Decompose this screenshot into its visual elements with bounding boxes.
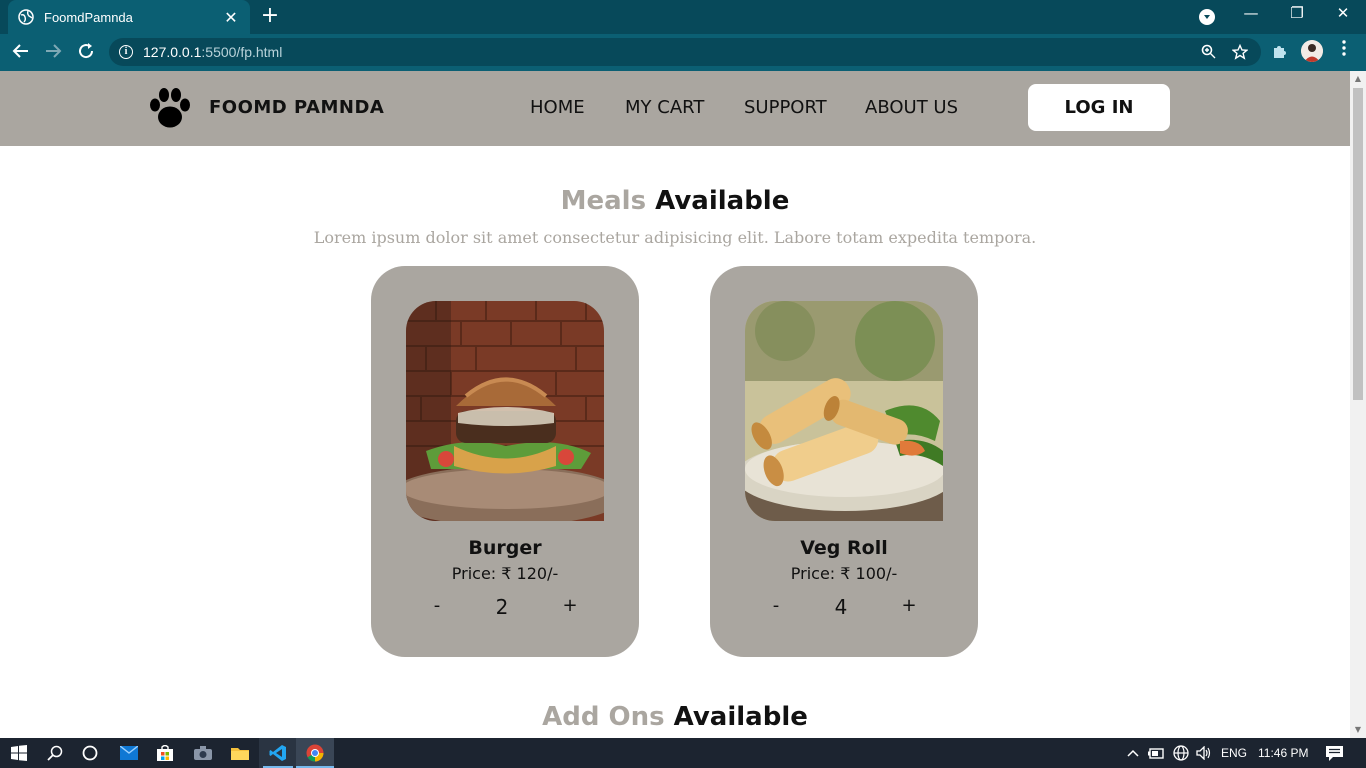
tray-overflow-chevron-icon[interactable] <box>1122 742 1144 764</box>
meal-name: Burger <box>468 537 542 559</box>
address-bar[interactable]: i 127.0.0.1:5500/fp.html <box>109 38 1261 66</box>
meals-subtitle: Lorem ipsum dolor sit amet consectetur a… <box>313 228 1037 247</box>
battery-icon[interactable] <box>1145 742 1167 764</box>
mail-icon[interactable] <box>118 742 140 764</box>
new-tab-button[interactable]: + <box>259 5 281 27</box>
volume-icon[interactable] <box>1193 742 1215 764</box>
minimize-button[interactable]: — <box>1239 4 1263 22</box>
meals-heading-dark: Available <box>655 186 790 216</box>
language-indicator[interactable]: ENG <box>1221 746 1247 760</box>
chrome-icon[interactable] <box>304 742 326 764</box>
page-viewport: FOOMD PAMNDA HOME MY CART SUPPORT ABOUT … <box>0 71 1350 738</box>
browser-tab[interactable]: FoomdPamnda ✕ <box>8 0 250 34</box>
vscode-icon[interactable] <box>267 742 289 764</box>
windows-taskbar: ENG 11:46 PM <box>0 738 1366 768</box>
nav-about-us[interactable]: ABOUT US <box>865 97 958 118</box>
search-icon[interactable] <box>44 742 66 764</box>
bookmark-star-icon[interactable] <box>1231 43 1249 64</box>
scroll-up-icon[interactable]: ▲ <box>1353 74 1363 84</box>
file-explorer-icon[interactable] <box>229 742 251 764</box>
close-tab-icon[interactable]: ✕ <box>222 8 240 27</box>
browser-toolbar: i 127.0.0.1:5500/fp.html <box>0 34 1366 71</box>
meal-card-burger: Burger Price: ₹ 120/- - 2 + <box>371 266 639 657</box>
url-host: 127.0.0.1 <box>143 44 202 60</box>
site-navbar: FOOMD PAMNDA HOME MY CART SUPPORT ABOUT … <box>0 71 1350 146</box>
notifications-icon[interactable] <box>1323 742 1345 764</box>
browser-tab-strip: FoomdPamnda ✕ + — ❐ ✕ <box>0 0 1366 34</box>
meal-price: Price: ₹ 100/- <box>790 564 898 583</box>
scroll-down-icon[interactable]: ▼ <box>1353 725 1363 735</box>
decrease-quantity-button[interactable]: - <box>766 595 786 616</box>
network-globe-icon[interactable] <box>1170 742 1192 764</box>
url-path: :5500/fp.html <box>201 44 283 60</box>
addons-heading: Add Ons Available <box>0 702 1350 732</box>
windows-start-icon[interactable] <box>8 742 30 764</box>
veg-roll-image <box>745 301 943 521</box>
zoom-icon[interactable] <box>1199 44 1217 63</box>
nav-support[interactable]: SUPPORT <box>744 97 827 118</box>
paw-logo-icon[interactable] <box>146 84 194 132</box>
cortana-icon[interactable] <box>79 742 101 764</box>
addons-heading-muted: Add Ons <box>542 702 665 732</box>
login-button[interactable]: LOG IN <box>1028 84 1170 131</box>
burger-image <box>406 301 604 521</box>
store-icon[interactable] <box>154 742 176 764</box>
extensions-puzzle-icon[interactable] <box>1270 43 1288 61</box>
meals-heading-muted: Meals <box>560 186 647 216</box>
brand-name[interactable]: FOOMD PAMNDA <box>209 97 384 118</box>
back-arrow-icon[interactable] <box>10 42 32 64</box>
reload-icon[interactable] <box>75 42 97 64</box>
maximize-button[interactable]: ❐ <box>1285 4 1309 22</box>
globe-icon <box>18 9 34 25</box>
nav-home[interactable]: HOME <box>530 97 585 118</box>
forward-arrow-icon[interactable] <box>42 42 64 64</box>
tab-title: FoomdPamnda <box>44 9 133 25</box>
profile-avatar[interactable] <box>1301 40 1323 62</box>
meal-price: Price: ₹ 120/- <box>451 564 559 583</box>
page-scrollbar[interactable]: ▲ ▼ <box>1350 71 1366 738</box>
scrollbar-thumb[interactable] <box>1353 88 1363 400</box>
quantity-value: 4 <box>834 595 848 619</box>
meal-card-veg-roll: Veg Roll Price: ₹ 100/- - 4 + <box>710 266 978 657</box>
tab-search-icon[interactable] <box>1199 9 1215 25</box>
camera-icon[interactable] <box>192 742 214 764</box>
meals-heading: Meals Available <box>0 186 1350 216</box>
site-info-icon[interactable]: i <box>119 45 133 59</box>
nav-my-cart[interactable]: MY CART <box>625 97 704 118</box>
quantity-value: 2 <box>495 595 509 619</box>
close-window-button[interactable]: ✕ <box>1331 4 1355 22</box>
increase-quantity-button[interactable]: + <box>899 595 919 616</box>
increase-quantity-button[interactable]: + <box>560 595 580 616</box>
decrease-quantity-button[interactable]: - <box>427 595 447 616</box>
browser-menu-icon[interactable] <box>1336 40 1352 62</box>
clock[interactable]: 11:46 PM <box>1258 746 1308 760</box>
addons-heading-dark: Available <box>673 702 808 732</box>
meal-name: Veg Roll <box>800 537 888 559</box>
